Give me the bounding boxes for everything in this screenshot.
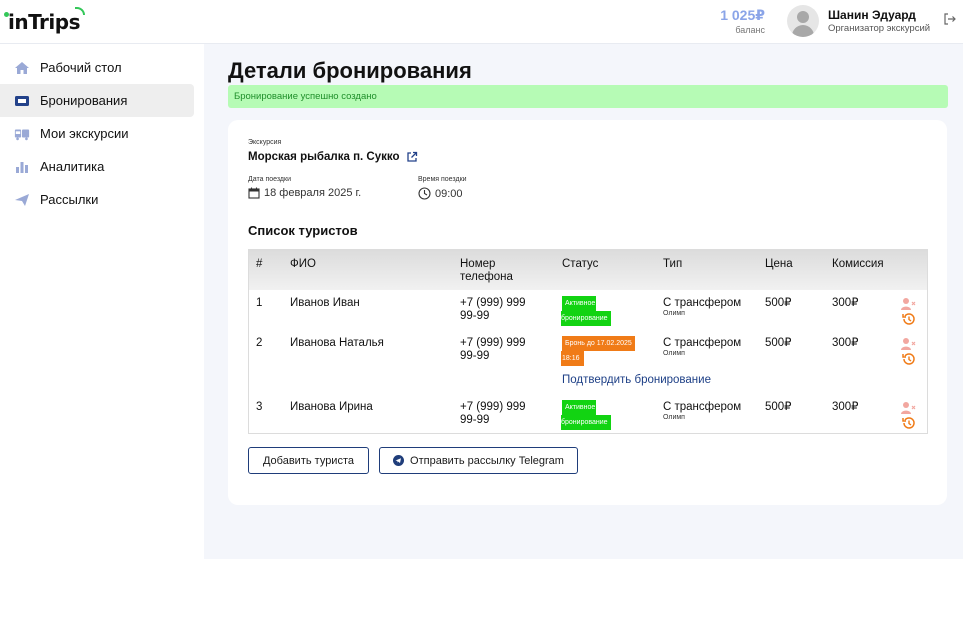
send-icon: [14, 192, 30, 208]
remove-tourist-icon[interactable]: [900, 297, 916, 311]
remove-tourist-icon[interactable]: [900, 337, 916, 351]
excursion-name-text: Морская рыбалка п. Сукко: [248, 151, 400, 163]
row-type-sub: Олимп: [663, 350, 685, 357]
top-header: inTrips 1 025₽ баланс Шанин Эдуард Орган…: [0, 0, 963, 44]
status-badge-line2: бронирование: [561, 415, 611, 430]
row-type: С трансфером: [663, 401, 742, 413]
row-commission: 300₽: [832, 297, 859, 309]
add-tourist-button[interactable]: Добавить туриста: [248, 447, 369, 474]
tourists-table: # ФИО Номер телефона Статус Тип Цена Ком…: [248, 249, 928, 434]
logo-text: inTrips: [8, 10, 80, 34]
calendar-icon: [248, 187, 260, 199]
external-link-icon[interactable]: [406, 151, 418, 163]
excursion-name[interactable]: Морская рыбалка п. Сукко: [248, 151, 418, 163]
column-phone: Номер телефона: [460, 258, 513, 283]
clock-icon: [418, 187, 431, 200]
column-commission: Комиссия: [832, 258, 884, 270]
bar-chart-icon: [14, 159, 30, 175]
user-info[interactable]: Шанин Эдуард Организатор экскурсий: [828, 8, 930, 34]
sidebar-item-mailings[interactable]: Рассылки: [0, 183, 194, 216]
row-type-sub: Олимп: [663, 414, 685, 421]
sidebar-item-dashboard[interactable]: Рабочий стол: [0, 51, 194, 84]
row-num: 3: [256, 401, 263, 413]
main-content: Детали бронирования Бронирование успешно…: [204, 44, 963, 559]
status-badge-line2: бронирование: [561, 311, 611, 326]
sidebar: Рабочий стол Бронирования Мои экскурсии …: [0, 44, 204, 559]
sidebar-item-analytics[interactable]: Аналитика: [0, 150, 194, 183]
user-name: Шанин Эдуард: [828, 8, 916, 22]
row-price: 500₽: [765, 337, 792, 349]
sidebar-item-excursions[interactable]: Мои экскурсии: [0, 117, 194, 150]
status-badge: Активное: [562, 400, 597, 415]
status-badge: Активное: [562, 296, 597, 311]
ticket-icon: [14, 93, 30, 109]
row-name: Иванов Иван: [290, 297, 360, 309]
sidebar-item-label: Рабочий стол: [40, 60, 122, 75]
status-badge: Бронь до 17.02.2025: [562, 336, 635, 351]
logo-arc: [74, 7, 85, 15]
success-alert: Бронирование успешно создано: [228, 85, 948, 108]
row-name: Иванова Ирина: [290, 401, 373, 413]
column-price: Цена: [765, 258, 793, 270]
sidebar-item-label: Мои экскурсии: [40, 126, 129, 141]
sidebar-item-label: Рассылки: [40, 192, 99, 207]
status-badge-line2: 18:16: [561, 351, 584, 366]
balance: 1 025₽ баланс: [720, 7, 765, 35]
row-type: С трансфером: [663, 337, 742, 349]
history-icon[interactable]: [901, 312, 917, 326]
tourists-title: Список туристов: [248, 223, 358, 238]
row-type: С трансфером: [663, 297, 742, 309]
time-value-text: 09:00: [435, 187, 463, 200]
column-num: #: [256, 258, 263, 270]
balance-amount: 1 025₽: [720, 7, 765, 23]
history-icon[interactable]: [901, 416, 917, 430]
avatar[interactable]: [787, 5, 819, 37]
booking-card: Экскурсия Морская рыбалка п. Сукко Дата …: [228, 120, 947, 505]
row-phone: +7 (999) 999 99-99: [460, 401, 526, 426]
bus-icon: [14, 126, 30, 142]
send-telegram-label: Отправить рассылку Telegram: [410, 454, 564, 467]
row-phone: +7 (999) 999 99-99: [460, 297, 526, 322]
row-price: 500₽: [765, 401, 792, 413]
date-value: 18 февраля 2025 г.: [248, 187, 361, 199]
time-value: 09:00: [418, 187, 463, 200]
sidebar-item-label: Бронирования: [40, 93, 128, 108]
confirm-booking-link[interactable]: Подтвердить бронирование: [562, 374, 711, 386]
telegram-icon: [393, 455, 405, 466]
page-title: Детали бронирования: [228, 58, 472, 83]
logo[interactable]: inTrips: [4, 7, 85, 34]
time-label: Время поездки: [418, 176, 467, 183]
user-role: Организатор экскурсий: [828, 23, 931, 34]
send-telegram-button[interactable]: Отправить рассылку Telegram: [379, 447, 578, 474]
date-label: Дата поездки: [248, 176, 291, 183]
row-type-sub: Олимп: [663, 310, 685, 317]
row-name: Иванова Наталья: [290, 337, 384, 349]
column-type: Тип: [663, 258, 683, 270]
table-header: # ФИО Номер телефона Статус Тип Цена Ком…: [249, 250, 927, 290]
row-commission: 300₽: [832, 337, 859, 349]
row-commission: 300₽: [832, 401, 859, 413]
logout-icon[interactable]: [943, 12, 957, 26]
sidebar-item-bookings[interactable]: Бронирования: [0, 84, 194, 117]
sidebar-item-label: Аналитика: [40, 159, 105, 174]
row-num: 1: [256, 297, 263, 309]
row-price: 500₽: [765, 297, 792, 309]
balance-label: баланс: [735, 25, 765, 35]
column-name: ФИО: [290, 258, 316, 270]
logo-dot: [4, 12, 9, 17]
row-num: 2: [256, 337, 263, 349]
date-value-text: 18 февраля 2025 г.: [264, 187, 362, 199]
excursion-label: Экскурсия: [248, 139, 282, 146]
home-icon: [14, 60, 30, 76]
column-status: Статус: [562, 258, 599, 270]
row-phone: +7 (999) 999 99-99: [460, 337, 526, 362]
history-icon[interactable]: [901, 352, 917, 366]
remove-tourist-icon[interactable]: [900, 401, 916, 415]
